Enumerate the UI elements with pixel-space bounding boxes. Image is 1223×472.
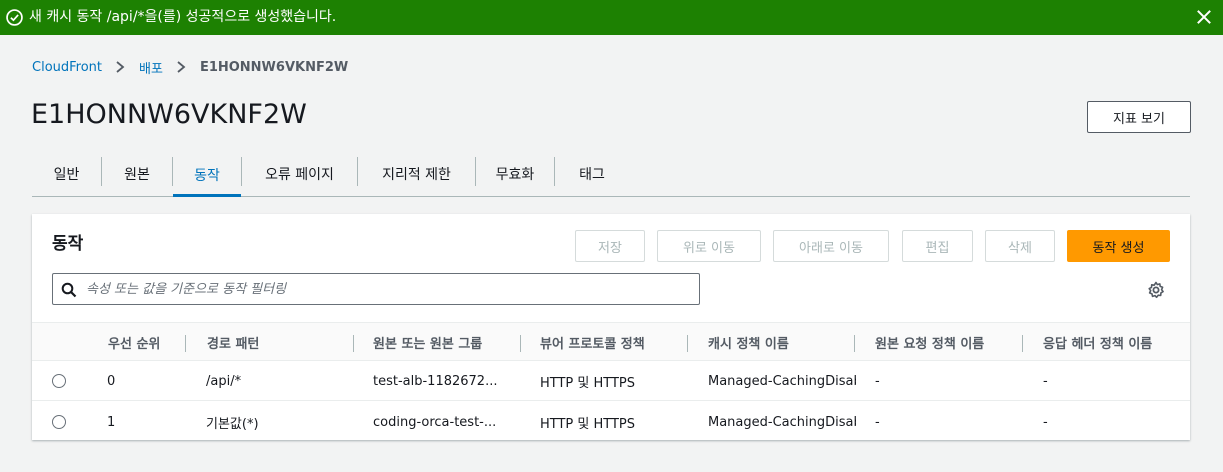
tab-error-pages[interactable]: 오류 페이지 [242, 152, 357, 196]
row-select-radio[interactable] [52, 415, 66, 429]
breadcrumb: CloudFront 배포 E1HONNW6VKNF2W [32, 58, 349, 77]
cell-priority: 1 [107, 414, 116, 430]
col-cache-policy[interactable]: 캐시 정책 이름 [708, 323, 789, 361]
tab-origins[interactable]: 원본 [102, 152, 172, 196]
breadcrumb-cloudfront-link[interactable]: CloudFront [32, 60, 102, 75]
success-flashbar: 새 캐시 동작 /api/*을(를) 성공적으로 생성했습니다. [0, 0, 1223, 35]
chevron-right-icon [177, 61, 186, 73]
cell-origin: test-alb-1182672... [373, 373, 498, 389]
column-divider [854, 335, 855, 352]
col-viewer-protocol[interactable]: 뷰어 프로토콜 정책 [540, 323, 645, 361]
flash-message: 새 캐시 동작 /api/*을(를) 성공적으로 생성했습니다. [29, 9, 337, 25]
tab-geographic-restrictions[interactable]: 지리적 제한 [358, 152, 475, 196]
column-divider [687, 335, 688, 352]
move-down-button[interactable]: 아래로 이동 [773, 230, 889, 262]
filter-input[interactable] [86, 274, 686, 304]
create-behavior-button[interactable]: 동작 생성 [1067, 230, 1170, 262]
cell-origin: coding-orca-test-... [373, 414, 497, 430]
cell-viewer-protocol: HTTP 및 HTTPS [540, 416, 636, 432]
column-divider [1022, 335, 1023, 352]
col-path-pattern[interactable]: 경로 패턴 [207, 323, 259, 361]
row-select-radio[interactable] [52, 374, 66, 388]
cell-response-headers-policy: - [1043, 414, 1048, 430]
delete-button[interactable]: 삭제 [985, 230, 1055, 262]
table-row[interactable]: 1 기본값(*) coding-orca-test-... HTTP 및 HTT… [32, 402, 1190, 442]
cell-priority: 0 [107, 373, 116, 389]
column-divider [185, 335, 186, 352]
view-metrics-button[interactable]: 지표 보기 [1087, 101, 1191, 133]
tab-tags[interactable]: 태그 [555, 152, 629, 196]
col-response-headers-policy[interactable]: 응답 헤더 정책 이름 [1043, 323, 1152, 361]
panel-title: 동작 [52, 234, 84, 254]
cell-path: 기본값(*) [206, 416, 259, 432]
cell-origin-request-policy: - [875, 414, 880, 430]
breadcrumb-distributions-link[interactable]: 배포 [139, 58, 163, 77]
edit-button[interactable]: 편집 [902, 230, 973, 262]
cell-cache-policy: Managed-CachingDisab [708, 414, 856, 430]
tab-behaviors[interactable]: 동작 [173, 152, 241, 197]
tab-bar: 일반 원본 동작 오류 페이지 지리적 제한 무효화 태그 [32, 152, 1190, 197]
success-check-icon [6, 9, 23, 26]
cell-response-headers-policy: - [1043, 373, 1048, 389]
cell-path: /api/* [206, 373, 242, 389]
table-row[interactable]: 0 /api/* test-alb-1182672... HTTP 및 HTTP… [32, 361, 1190, 401]
column-divider [353, 335, 354, 352]
col-origin-request-policy[interactable]: 원본 요청 정책 이름 [875, 323, 984, 361]
page-title: E1HONNW6VKNF2W [31, 99, 307, 130]
move-up-button[interactable]: 위로 이동 [657, 230, 761, 262]
chevron-right-icon [116, 61, 125, 73]
col-origin[interactable]: 원본 또는 원본 그룹 [373, 323, 482, 361]
col-priority[interactable]: 우선 순위 [108, 323, 160, 361]
column-divider [520, 335, 521, 352]
tab-invalidations[interactable]: 무효화 [476, 152, 554, 196]
close-icon[interactable] [1195, 8, 1213, 26]
filter-search [52, 273, 700, 305]
table-header: 우선 순위 경로 패턴 원본 또는 원본 그룹 뷰어 프로토콜 정책 캐시 정책… [32, 322, 1190, 361]
behaviors-panel: 동작 저장 위로 이동 아래로 이동 편집 삭제 동작 생성 우선 순위 경로 … [32, 214, 1190, 440]
gear-icon[interactable] [1147, 281, 1165, 299]
search-icon [61, 282, 77, 298]
cell-cache-policy: Managed-CachingDisab [708, 373, 856, 389]
save-button[interactable]: 저장 [575, 230, 645, 262]
tab-general[interactable]: 일반 [32, 152, 101, 196]
cell-origin-request-policy: - [875, 373, 880, 389]
cell-viewer-protocol: HTTP 및 HTTPS [540, 375, 636, 391]
breadcrumb-current: E1HONNW6VKNF2W [199, 59, 349, 75]
